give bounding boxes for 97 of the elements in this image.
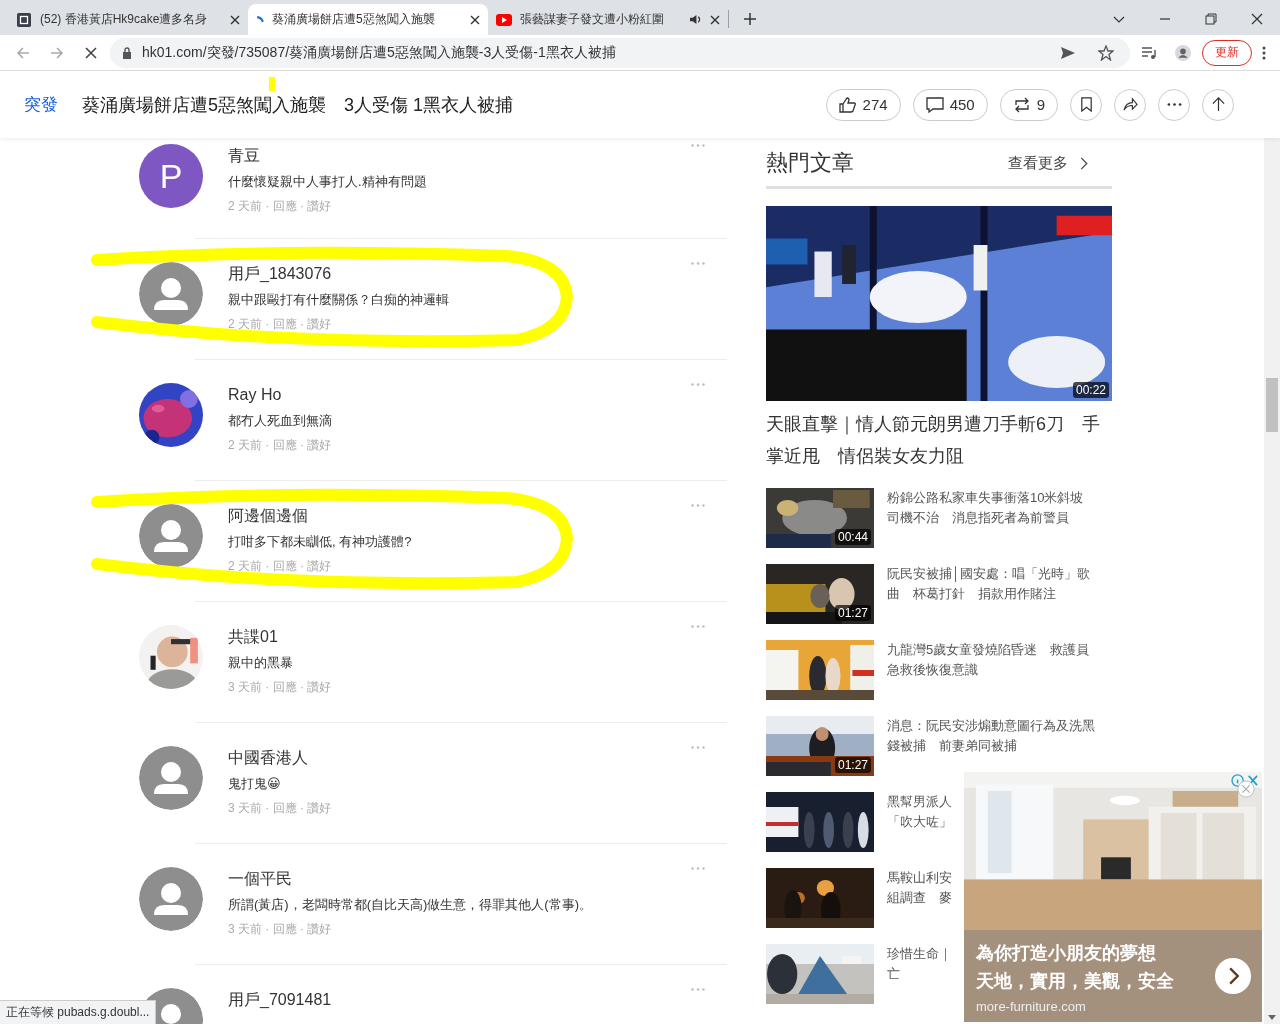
comment-meta: 2 天前 · 回應 · 讚好	[228, 198, 332, 214]
article-link[interactable]: 「吹大咗」	[887, 812, 952, 832]
address-field[interactable]: hk01.com/突發/735087/葵涌廣場餅店遭5惡煞闖入施襲-3人受傷-1黑衣人被捕	[110, 37, 1130, 68]
media-list-icon[interactable]	[1141, 44, 1157, 61]
video-duration: 00:22	[1072, 382, 1109, 398]
tab-title: 葵涌廣場餅店遭5惡煞闖入施襲	[272, 11, 436, 28]
close-icon[interactable]	[1251, 13, 1263, 25]
bookmark-icon	[1078, 97, 1094, 112]
default-avatar-icon	[139, 504, 203, 568]
commenter-name[interactable]: 共諜01	[228, 627, 278, 647]
close-icon[interactable]	[470, 14, 480, 25]
commenter-name[interactable]: 青豆	[228, 146, 260, 166]
ad-headline: 天地，實用，美觀，安全	[976, 969, 1174, 993]
comment-text: 所謂(黃店)，老闆時常都(自比天高)做生意，得罪其他人(常事)。	[228, 896, 592, 914]
article-link[interactable]: 九龍灣5歲女童發燒陷昏迷 救護員	[887, 640, 1090, 660]
article-link[interactable]: 曲 杯葛打針 捐款用作賭注	[887, 584, 1056, 604]
ad-headline: 為你打造小朋友的夢想	[976, 941, 1156, 965]
stop-icon[interactable]	[83, 44, 99, 61]
default-avatar-icon	[139, 867, 203, 931]
profile-icon[interactable]	[1175, 44, 1191, 61]
see-more-link[interactable]: 查看更多	[1008, 153, 1068, 173]
tab-title: (52) 香港黃店Hk9cake遭多名身	[40, 11, 209, 28]
commenter-name[interactable]: 一個平民	[228, 869, 292, 889]
tab-title: 張藝謀妻子發文遭小粉紅圍	[520, 11, 665, 28]
loading-spinner-icon	[256, 16, 264, 23]
article-link[interactable]: 珍惜生命｜	[887, 944, 952, 964]
restore-icon[interactable]	[1205, 13, 1217, 25]
browser-tab[interactable]: 張藝謀妻子發文遭小粉紅圍	[488, 4, 728, 35]
update-button[interactable]: 更新	[1202, 39, 1252, 66]
comment-text: 打咁多下都未瞓低, 有神功護體?	[228, 533, 412, 551]
browser-tab[interactable]: (52) 香港黃店Hk9cake遭多名身	[8, 4, 248, 35]
close-icon[interactable]	[710, 14, 720, 25]
commenter-name[interactable]: 用戶_1843076	[228, 264, 332, 284]
category-link[interactable]: 突發	[24, 93, 58, 116]
article-link[interactable]: 阮民安被捕│國安處：唱「光時」歌	[887, 564, 1091, 584]
new-tab-icon[interactable]	[743, 12, 757, 26]
comment-meta: 2 天前 · 回應 · 讚好	[228, 316, 332, 332]
commenter-name[interactable]: 中國香港人	[228, 748, 308, 768]
status-text: 正在等候 pubads.g.doubl...	[0, 1000, 157, 1024]
url-text: hk01.com/突發/735087/葵涌廣場餅店遭5惡煞闖入施襲-3人受傷-1黑衣人被捕	[142, 43, 616, 62]
comment-meta: 3 天前 · 回應 · 讚好	[228, 800, 332, 816]
send-icon[interactable]	[1060, 44, 1076, 61]
comment-text: 鬼打鬼😀	[228, 775, 281, 793]
commenter-name[interactable]: Ray Ho	[228, 385, 282, 405]
video-duration: 01:27	[834, 757, 871, 773]
article-title: 葵涌廣場餅店遭5惡煞闖入施襲 3人受傷 1黑衣人被捕	[82, 93, 514, 117]
comment-text: 親中的黑暴	[228, 654, 293, 672]
scroll-top-button[interactable]	[1202, 88, 1234, 121]
ad-domain: more-furniture.com	[976, 998, 1086, 1014]
close-icon[interactable]	[230, 14, 240, 25]
comment-meta: 2 天前 · 回應 · 讚好	[228, 558, 332, 574]
scroll-down-icon[interactable]	[1268, 1015, 1276, 1020]
article-link[interactable]: 錢被捕 前妻弟同被捕	[887, 736, 1017, 756]
article-link[interactable]: 黑幫男派人	[887, 792, 952, 812]
comment-meta: 3 天前 · 回應 · 讚好	[228, 679, 332, 695]
speaker-icon[interactable]	[689, 14, 702, 25]
article-link[interactable]: 組調查 麥	[887, 888, 952, 908]
lock-icon	[122, 46, 132, 59]
video-duration: 00:44	[834, 529, 871, 545]
comment-text: 都冇人死血到無滴	[228, 412, 332, 430]
comment-button[interactable]: 450	[912, 88, 988, 121]
article-link[interactable]: 粉錦公路私家車失事衝落10米斜坡	[887, 488, 1084, 508]
default-avatar-icon	[139, 262, 203, 326]
comment-text: 親中跟毆打有什麼關係？白痴的神邏輯	[228, 291, 449, 309]
scrollbar-thumb[interactable]	[1266, 378, 1278, 432]
commenter-name[interactable]: 用戶_7091481	[228, 990, 332, 1010]
play-icon	[496, 12, 512, 27]
article-link[interactable]: 天眼直擊｜情人節元朗男遭刀手斬6刀 手掌近甩 情侶裝女友力阻	[766, 408, 1112, 472]
share-icon	[1122, 97, 1138, 112]
site-icon	[16, 12, 32, 27]
like-button[interactable]: 274	[825, 88, 901, 121]
speech-bubble-icon	[925, 95, 944, 114]
star-icon[interactable]	[1098, 44, 1114, 61]
chevron-right-button[interactable]	[1214, 957, 1252, 995]
bookmark-button[interactable]	[1070, 88, 1102, 121]
avatar: P	[139, 144, 203, 208]
thumbs-up-icon	[838, 95, 857, 114]
menu-icon[interactable]	[1262, 44, 1266, 61]
article-link[interactable]: 消息：阮民安涉煽動意圖行為及洗黑	[887, 716, 1095, 736]
repost-button[interactable]: 9	[999, 88, 1058, 121]
share-button[interactable]	[1114, 88, 1146, 121]
comment-meta: 2 天前 · 回應 · 讚好	[228, 437, 332, 453]
article-link[interactable]: 司機不治 消息指死者為前警員	[887, 508, 1069, 528]
browser-tab[interactable]: 葵涌廣場餅店遭5惡煞闖入施襲	[248, 4, 488, 35]
article-link[interactable]: 急救後恢復意識	[887, 660, 978, 680]
repost-icon	[1012, 95, 1031, 114]
chevron-right-icon[interactable]	[1080, 156, 1088, 170]
comment-text: 什麼懷疑親中人事打人.精神有問題	[228, 173, 427, 191]
section-heading: 熱門文章	[766, 149, 854, 177]
ad-choices-icon[interactable]	[1231, 774, 1259, 787]
commenter-name[interactable]: 阿邊個邊個	[228, 506, 308, 526]
comment-meta: 3 天前 · 回應 · 讚好	[228, 921, 332, 937]
default-avatar-icon	[139, 746, 203, 810]
video-duration: 01:27	[834, 605, 871, 621]
article-link[interactable]: 亡	[887, 964, 900, 984]
article-link[interactable]: 馬鞍山利安	[887, 868, 952, 888]
arrow-up-icon	[1210, 97, 1226, 112]
